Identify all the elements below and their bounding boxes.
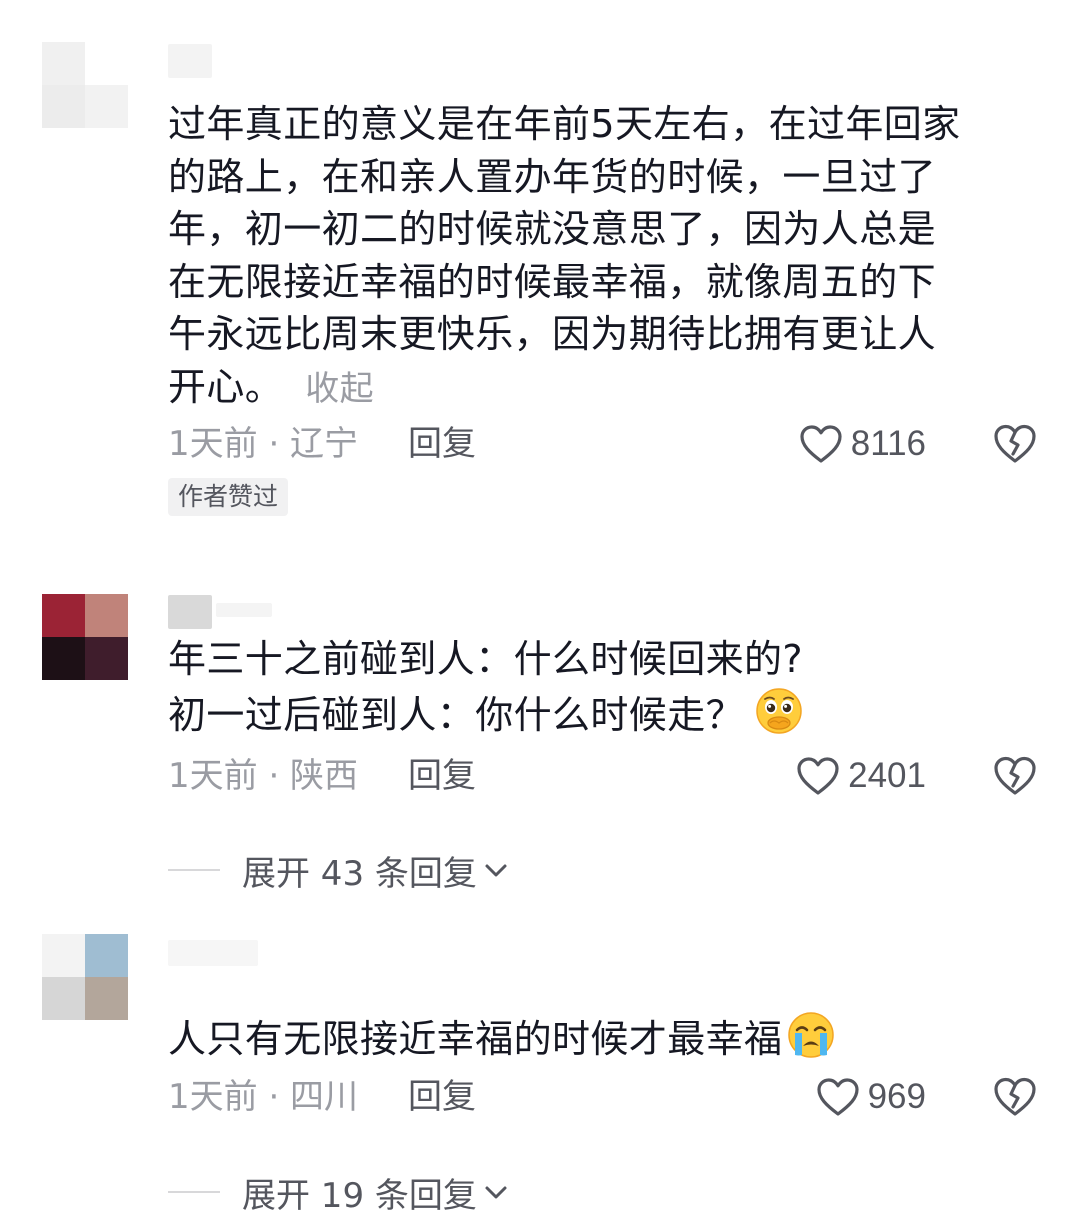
comment-text-line: 午永远比周末更快乐，因为期待比拥有更让人 [168,312,937,356]
comment-text-line: 人只有无限接近幸福的时候才最幸福 [168,1017,783,1061]
username-blurred[interactable] [216,603,272,617]
like-button[interactable]: 969 [816,1072,926,1122]
comment-text-line: 初一过后碰到人：你什么时候走？ [168,692,745,737]
comment-meta: 1天前 · 陕西 回复 2401 [168,751,1038,801]
expand-replies-label: 展开 43 条回复 [242,853,477,894]
dislike-button[interactable] [992,421,1038,467]
like-count: 2401 [848,756,926,795]
avatar-pixel [42,594,85,637]
dislike-button[interactable] [992,753,1038,799]
avatar-pixel [85,934,128,977]
username-blurred[interactable] [168,595,212,629]
avatar-pixel [42,977,85,1020]
expand-replies-button[interactable]: 展开 43 条回复 [168,845,511,895]
dislike-button[interactable] [992,1074,1038,1120]
avatar-pixel [42,42,85,85]
avatar-pixel [85,594,128,637]
reply-button[interactable]: 回复 [408,1072,476,1122]
divider-line [168,1191,220,1193]
heart-outline-icon [816,1078,859,1116]
reply-button[interactable]: 回复 [408,751,476,801]
broken-heart-icon [994,424,1036,463]
avatar[interactable] [42,934,128,1020]
username-blurred[interactable] [168,44,212,78]
avatar-pixel [85,85,128,128]
like-count: 969 [867,1077,926,1116]
avatar-pixel [85,977,128,1020]
comment-text-last-line: 人只有无限接近幸福的时候才最幸福 [168,1010,1048,1066]
avatar-pixel [85,42,128,85]
comment-text-line: 过年真正的意义是在年前5天左右，在过年回家 [168,102,961,146]
comment-text: 人只有无限接近幸福的时候才最幸福 [168,1010,1048,1066]
comment-text-line: 开心。 [168,364,284,409]
comment-text-line: 的路上，在和亲人置办年货的时候，一旦过了 [168,154,937,199]
avatar[interactable] [42,594,128,680]
expand-replies-button[interactable]: 展开 19 条回复 [168,1167,511,1217]
time-location: 1天前 · 辽宁 [168,424,359,464]
avatar-pixel [42,637,85,680]
author-liked-badge: 作者赞过 [168,478,289,516]
broken-heart-icon [994,1077,1036,1116]
comment-text-last-line: 初一过后碰到人：你什么时候走？ [168,686,1048,742]
heart-outline-icon [797,757,839,795]
comment-text: 过年真正的意义是在年前5天左右，在过年回家 的路上，在和亲人置办年货的时候，一旦… [168,98,1048,415]
expand-replies-label: 展开 19 条回复 [242,1175,477,1216]
broken-heart-icon [994,756,1036,795]
like-count: 8116 [850,424,926,463]
crying-face-emoji [788,1012,835,1058]
chevron-down-icon [485,864,507,877]
time-location: 1天前 · 四川 [168,1077,359,1117]
comment-text-line: 年三十之前碰到人：什么时候回来的? [168,637,803,681]
like-button[interactable]: 2401 [796,751,926,801]
time-location: 1天前 · 陕西 [168,756,359,796]
comment-text-line: 在无限接近幸福的时候最幸福，就像周五的下 [168,259,937,304]
comment-meta: 1天前 · 四川 回复 969 [168,1072,1038,1122]
avatar[interactable] [42,42,128,128]
comment-text-line: 年，初一初二的时候就没意思了，因为人总是 [168,207,937,251]
comment-text-last-line: 开心。 收起 [168,361,1048,416]
username-blurred[interactable] [168,940,258,966]
heart-outline-icon [800,425,842,463]
pleading-face-emoji [756,687,802,734]
reply-button[interactable]: 回复 [408,419,476,469]
like-button[interactable]: 8116 [799,419,926,469]
avatar-pixel [85,637,128,680]
collapse-link[interactable]: 收起 [305,369,374,409]
avatar-pixel [42,85,85,128]
comment-text: 年三十之前碰到人：什么时候回来的? 初一过后碰到人：你什么时候走？ [168,633,1048,741]
comment-meta: 1天前 · 辽宁 回复 8116 [168,419,1038,469]
chevron-down-icon [485,1186,507,1199]
avatar-pixel [42,934,85,977]
divider-line [168,869,220,871]
